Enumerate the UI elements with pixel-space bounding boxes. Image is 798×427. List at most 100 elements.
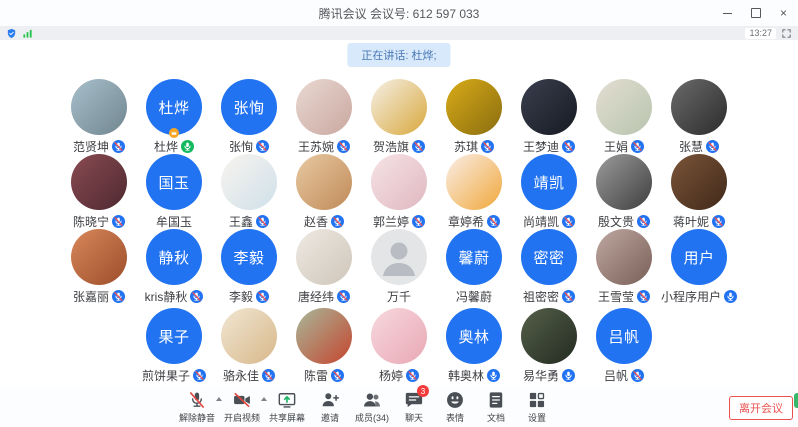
participant-tile[interactable]: 赵香	[287, 153, 362, 228]
participant-tile[interactable]: 蒋叶妮	[662, 153, 737, 228]
participant-tile[interactable]: 奥林韩奥林	[437, 307, 512, 382]
avatar: 静秋	[146, 229, 202, 285]
participant-label: 冯馨蔚	[456, 289, 492, 303]
window-controls: ×	[721, 0, 790, 26]
toolbar-unmute[interactable]: 解除静音	[179, 390, 215, 424]
participant-tile[interactable]: 李毅李毅	[212, 228, 287, 303]
participant-tile[interactable]: 骆永佳	[212, 307, 287, 382]
participant-tile[interactable]: 密密祖密密	[512, 228, 587, 303]
mic-speaking-icon	[181, 140, 194, 153]
toolbar-invite[interactable]: 邀请	[314, 390, 346, 424]
participant-tile[interactable]: 苏琪	[437, 78, 512, 153]
participant-tile[interactable]: 范贤坤	[62, 78, 137, 153]
close-icon[interactable]: ×	[777, 7, 790, 20]
participant-tile[interactable]: 靖凯尚靖凯	[512, 153, 587, 228]
toolbar-share-screen[interactable]: 共享屏幕	[269, 390, 305, 424]
participant-name: 张恂	[229, 138, 253, 155]
toolbar-camera[interactable]: 开启视频	[224, 390, 260, 424]
participant-tile[interactable]: 殷文贵	[587, 153, 662, 228]
avatar	[71, 154, 127, 210]
participant-tile[interactable]: 杜烨杜烨	[137, 78, 212, 153]
caret-up-icon[interactable]	[261, 397, 267, 401]
avatar	[521, 308, 577, 364]
mic-muted-icon	[112, 215, 125, 228]
minimize-icon[interactable]	[721, 7, 734, 20]
caret-up-icon[interactable]	[216, 397, 222, 401]
participant-tile[interactable]: 王娟	[587, 78, 662, 153]
participant-tile[interactable]: 王雪莹	[587, 228, 662, 303]
participant-tile[interactable]: 果子煎饼果子	[137, 307, 212, 382]
participant-label: 小程序用户	[661, 289, 737, 303]
participant-tile[interactable]: 张恂张恂	[212, 78, 287, 153]
participant-name: 韩奥林	[448, 367, 484, 384]
participant-tile[interactable]: 用户小程序用户	[662, 228, 737, 303]
toolbar-docs[interactable]: 文档	[480, 390, 512, 424]
participant-label: 范贤坤	[73, 139, 125, 153]
avatar: 奥林	[446, 308, 502, 364]
mic-muted-icon	[331, 215, 344, 228]
maximize-icon[interactable]	[749, 7, 762, 20]
members-icon	[362, 390, 382, 410]
avatar	[596, 229, 652, 285]
participant-label: 蒋叶妮	[673, 214, 725, 228]
participant-name: 贺浩旗	[373, 138, 409, 155]
participant-tile[interactable]: 陈晓宁	[62, 153, 137, 228]
participant-name: 王苏婉	[298, 138, 334, 155]
participant-grid: 范贤坤杜烨杜烨张恂张恂王苏婉 贺浩旗 苏琪王梦迪王娟 张慧陈晓宁国玉牟国玉王鑫赵香郭兰…	[0, 78, 798, 382]
mic-muted-icon	[256, 215, 269, 228]
mic-muted-icon	[412, 140, 425, 153]
participant-tile[interactable]: 章婷希	[437, 153, 512, 228]
toolbar-emoji[interactable]: 表情	[439, 390, 471, 424]
participant-name: 张慧	[679, 138, 703, 155]
participant-label: 王雪莹	[598, 289, 650, 303]
toolbar-label: 解除静音	[179, 411, 215, 424]
participant-tile[interactable]: 王苏婉	[287, 78, 362, 153]
avatar: 杜烨	[146, 79, 202, 135]
mic-muted-icon	[187, 390, 207, 410]
fullscreen-icon[interactable]	[781, 28, 792, 39]
participant-label: 王苏婉	[298, 139, 350, 153]
participant-tile[interactable]: 陈雷	[287, 307, 362, 382]
participant-tile[interactable]: 郭兰婷	[362, 153, 437, 228]
participant-label: 贺浩旗	[373, 139, 425, 153]
participant-tile[interactable]: 张慧	[662, 78, 737, 153]
participant-tile[interactable]: 国玉牟国玉	[137, 153, 212, 228]
participant-name: 郭兰婷	[373, 213, 409, 230]
avatar	[296, 154, 352, 210]
participant-tile[interactable]: 易华勇	[512, 307, 587, 382]
shield-icon[interactable]	[6, 28, 17, 39]
participant-tile[interactable]: 馨蔚冯馨蔚	[437, 228, 512, 303]
toolbar-label: 成员(34)	[355, 411, 389, 424]
avatar: 密密	[521, 229, 577, 285]
signal-icon[interactable]	[22, 28, 33, 39]
toolbar-settings[interactable]: 设置	[521, 390, 553, 424]
participant-tile[interactable]: 吕帆吕帆	[587, 307, 662, 382]
participant-name: 尚靖凯	[523, 213, 559, 230]
participant-tile[interactable]: 张嘉丽	[62, 228, 137, 303]
participant-tile[interactable]: 王梦迪	[512, 78, 587, 153]
participant-label: 张慧	[679, 139, 719, 153]
participant-tile[interactable]: 贺浩旗	[362, 78, 437, 153]
participant-tile[interactable]: 静秋kris静秋	[137, 228, 212, 303]
mic-muted-icon	[412, 215, 425, 228]
participant-name: 祖密密	[523, 288, 559, 305]
participant-tile[interactable]: 杨婷	[362, 307, 437, 382]
toolbar-members[interactable]: 成员(34)	[355, 390, 389, 424]
mic-muted-icon	[262, 369, 275, 382]
participant-name: 骆永佳	[223, 367, 259, 384]
toolbar-chat[interactable]: 3聊天	[398, 390, 430, 424]
toolbar-label: 表情	[446, 411, 464, 424]
mic-muted-icon	[562, 290, 575, 303]
leave-meeting-button[interactable]: 离开会议	[729, 396, 793, 420]
participant-label: 王娟	[604, 139, 644, 153]
toolbar-label: 开启视频	[224, 411, 260, 424]
mic-muted-icon	[637, 215, 650, 228]
avatar	[221, 154, 277, 210]
participant-tile[interactable]: 王鑫	[212, 153, 287, 228]
participant-label: 祖密密	[523, 289, 575, 303]
participant-tile[interactable]: 唐经纬	[287, 228, 362, 303]
participant-tile[interactable]: 万千	[362, 228, 437, 303]
participant-name: 王雪莹	[598, 288, 634, 305]
mic-muted-icon	[562, 215, 575, 228]
grid-icon	[527, 390, 547, 410]
